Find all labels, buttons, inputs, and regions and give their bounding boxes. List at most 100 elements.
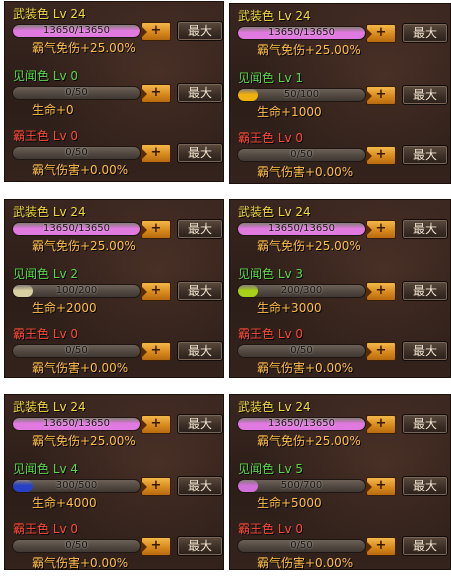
haki-title: 霸王色 Lv 0 (13, 327, 79, 341)
plus-icon: + (150, 343, 162, 358)
progress-bar: 13650/13650 (12, 222, 141, 236)
max-button[interactable]: 最大 (402, 536, 448, 556)
max-button[interactable]: 最大 (177, 536, 223, 556)
add-button[interactable]: + (366, 220, 396, 239)
stat-bonus: 霸气免伤+25.00% (32, 41, 136, 55)
progress-text: 0/50 (290, 540, 313, 551)
conqueror-row: 霸王色 Lv 0 0/50 + 最大 霸气伤害+0.00% (230, 522, 450, 584)
max-button[interactable]: 最大 (402, 341, 448, 361)
plus-icon: + (150, 538, 162, 553)
add-button[interactable]: + (141, 282, 171, 301)
max-button[interactable]: 最大 (177, 414, 223, 434)
arrow-icon (141, 148, 147, 160)
max-button[interactable]: 最大 (177, 219, 223, 239)
stat-bonus: 霸气伤害+0.00% (257, 361, 354, 375)
add-button[interactable]: + (141, 342, 171, 361)
haki-title: 霸王色 Lv 0 (13, 129, 79, 143)
haki-panel-6: 武装色 Lv 24 13650/13650 + 最大 霸气免伤+25.00% 见… (229, 394, 451, 570)
arrow-icon (366, 419, 372, 431)
add-button[interactable]: + (141, 220, 171, 239)
progress-bar: 0/50 (237, 344, 366, 358)
max-button[interactable]: 最大 (177, 476, 223, 496)
add-button[interactable]: + (366, 146, 396, 165)
haki-title: 武装色 Lv 24 (13, 400, 86, 414)
plus-icon: + (150, 283, 162, 298)
haki-panel-2: 武装色 Lv 24 13650/13650 + 最大 霸气免伤+25.00% 见… (229, 3, 451, 184)
progress-bar: 0/50 (12, 146, 141, 160)
max-button[interactable]: 最大 (402, 476, 448, 496)
progress-bar: 0/50 (237, 539, 366, 553)
add-button[interactable]: + (141, 477, 171, 496)
progress-text: 13650/13650 (268, 223, 335, 234)
max-button[interactable]: 最大 (177, 143, 223, 163)
max-button[interactable]: 最大 (177, 21, 223, 41)
haki-title: 霸王色 Lv 0 (238, 131, 304, 145)
stat-bonus: 霸气免伤+25.00% (32, 434, 136, 448)
stat-bonus: 霸气免伤+25.00% (257, 434, 361, 448)
plus-icon: + (375, 538, 387, 553)
max-button[interactable]: 最大 (177, 341, 223, 361)
haki-title: 霸王色 Lv 0 (13, 522, 79, 536)
stat-bonus: 霸气免伤+25.00% (257, 43, 361, 57)
plus-icon: + (150, 23, 162, 38)
max-button[interactable]: 最大 (177, 83, 223, 103)
progress-text: 13650/13650 (43, 223, 110, 234)
add-button[interactable]: + (141, 144, 171, 163)
add-button[interactable]: + (141, 415, 171, 434)
arrow-icon (366, 541, 372, 553)
plus-icon: + (150, 85, 162, 100)
add-button[interactable]: + (366, 537, 396, 556)
arrow-icon (366, 346, 372, 358)
max-button[interactable]: 最大 (402, 23, 448, 43)
progress-bar: 0/50 (12, 539, 141, 553)
add-button[interactable]: + (366, 24, 396, 43)
plus-icon: + (150, 145, 162, 160)
progress-bar: 13650/13650 (237, 26, 366, 40)
haki-panel-1: 武装色 Lv 24 13650/13650 + 最大 霸气免伤+25.00% 见… (4, 1, 224, 182)
plus-icon: + (375, 87, 387, 102)
plus-icon: + (375, 343, 387, 358)
add-button[interactable]: + (366, 415, 396, 434)
progress-text: 13650/13650 (268, 418, 335, 429)
progress-text: 0/50 (65, 540, 88, 551)
progress-text: 0/50 (65, 345, 88, 356)
progress-bar: 0/50 (12, 86, 141, 100)
stat-bonus: 霸气伤害+0.00% (257, 165, 354, 179)
arrow-icon (141, 346, 147, 358)
add-button[interactable]: + (366, 86, 396, 105)
plus-icon: + (375, 221, 387, 236)
max-button[interactable]: 最大 (402, 85, 448, 105)
max-button[interactable]: 最大 (402, 219, 448, 239)
add-button[interactable]: + (141, 537, 171, 556)
haki-panel-3: 武装色 Lv 24 13650/13650 + 最大 霸气免伤+25.00% 见… (4, 199, 224, 378)
arrow-icon (141, 224, 147, 236)
progress-text: 13650/13650 (43, 418, 110, 429)
progress-bar: 500/700 (237, 479, 366, 493)
add-button[interactable]: + (141, 84, 171, 103)
max-button[interactable]: 最大 (177, 281, 223, 301)
add-button[interactable]: + (366, 477, 396, 496)
arrow-icon (366, 224, 372, 236)
arrow-icon (366, 28, 372, 40)
add-button[interactable]: + (366, 282, 396, 301)
progress-bar: 200/300 (237, 284, 366, 298)
stat-bonus: 霸气伤害+0.00% (32, 163, 129, 177)
armament-row: 武装色 Lv 24 13650/13650 + 最大 霸气免伤+25.00% (230, 9, 450, 71)
max-button[interactable]: 最大 (402, 145, 448, 165)
observation-row: 见闻色 Lv 1 50/100 + 最大 生命+1000 (230, 71, 450, 133)
progress-bar: 0/50 (12, 344, 141, 358)
armament-row: 武装色 Lv 24 13650/13650 + 最大 霸气免伤+25.00% (5, 205, 223, 267)
progress-text: 0/50 (290, 345, 313, 356)
max-button[interactable]: 最大 (402, 281, 448, 301)
stat-bonus: 生命+0 (32, 103, 74, 117)
add-button[interactable]: + (141, 22, 171, 41)
max-button[interactable]: 最大 (402, 414, 448, 434)
add-button[interactable]: + (366, 342, 396, 361)
progress-text: 300/500 (55, 480, 98, 491)
progress-bar: 13650/13650 (12, 417, 141, 431)
progress-text: 0/50 (65, 87, 88, 98)
arrow-icon (141, 541, 147, 553)
haki-title: 武装色 Lv 24 (13, 205, 86, 219)
progress-text: 0/50 (290, 149, 313, 160)
progress-bar: 100/200 (12, 284, 141, 298)
